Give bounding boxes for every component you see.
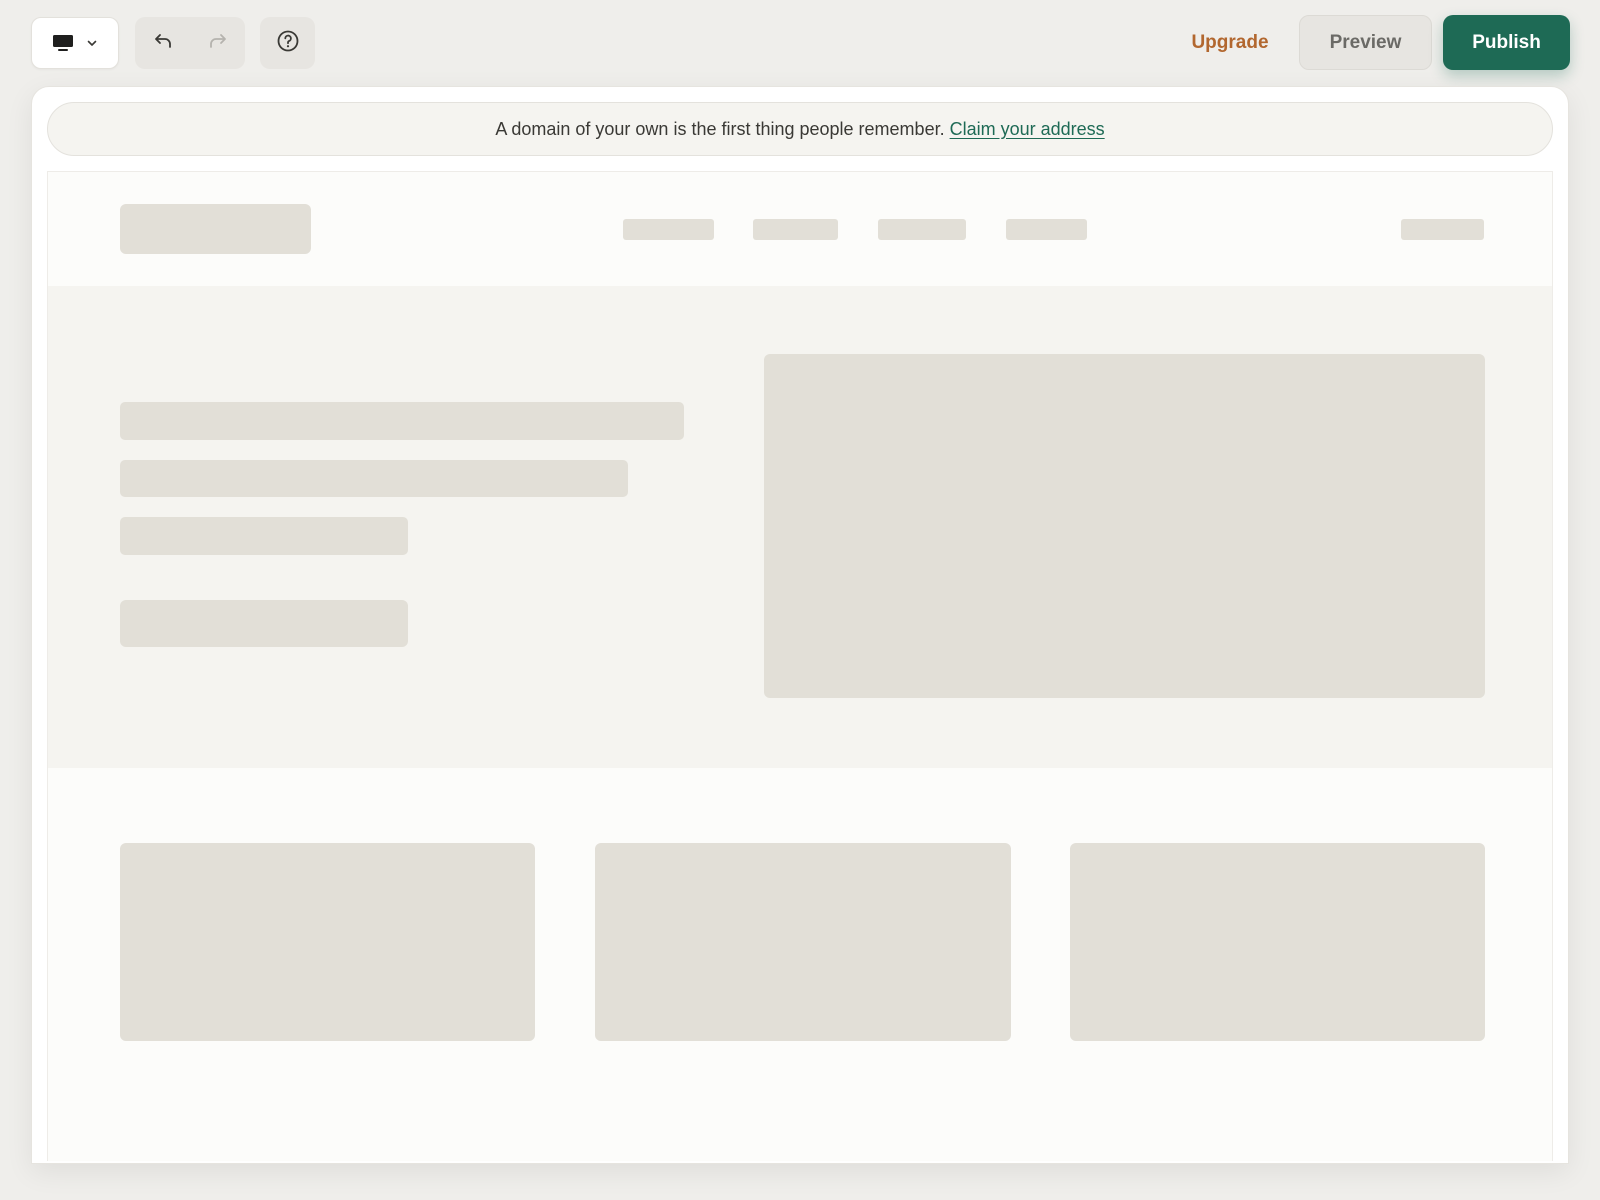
site-preview[interactable] (47, 171, 1553, 1161)
monitor-icon (52, 34, 74, 52)
nav-placeholder (878, 219, 966, 240)
domain-banner-message: A domain of your own is the first thing … (495, 118, 945, 139)
history-controls (135, 17, 245, 69)
hero-text-line (120, 460, 628, 497)
hero-text-line (120, 402, 684, 440)
editor-canvas: A domain of your own is the first thing … (31, 86, 1569, 1164)
undo-icon (152, 30, 174, 57)
upgrade-link[interactable]: Upgrade (1172, 26, 1288, 60)
publish-button[interactable]: Publish (1443, 15, 1570, 70)
hero-text-line (120, 517, 408, 555)
device-switcher-button[interactable] (31, 17, 119, 69)
feature-card-placeholder (595, 843, 1011, 1041)
help-circle-icon (276, 29, 300, 58)
features-section-skeleton (48, 768, 1552, 1161)
editor-toolbar: Upgrade Preview Publish (0, 0, 1600, 86)
hero-section-skeleton (48, 286, 1552, 768)
logo-placeholder (120, 204, 311, 254)
site-header-skeleton (48, 172, 1552, 286)
help-button[interactable] (260, 17, 315, 69)
redo-button[interactable] (190, 17, 245, 69)
header-action-placeholder (1401, 219, 1484, 240)
nav-placeholder (623, 219, 714, 240)
feature-card-placeholder (1070, 843, 1485, 1041)
chevron-down-icon (86, 37, 98, 49)
feature-card-placeholder (120, 843, 535, 1041)
preview-button[interactable]: Preview (1299, 15, 1432, 70)
redo-icon (207, 30, 229, 57)
domain-banner: A domain of your own is the first thing … (47, 102, 1553, 156)
claim-address-link[interactable]: Claim your address (950, 119, 1105, 140)
nav-placeholder (753, 219, 838, 240)
hero-button-placeholder (120, 600, 408, 647)
hero-image-placeholder (764, 354, 1485, 698)
nav-placeholder (1006, 219, 1087, 240)
undo-button[interactable] (135, 17, 190, 69)
